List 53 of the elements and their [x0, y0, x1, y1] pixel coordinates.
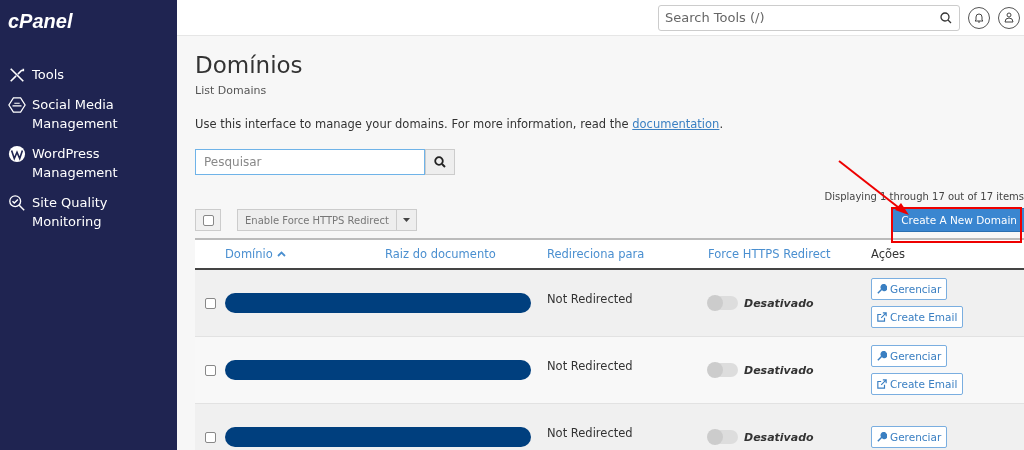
column-header[interactable]: Raiz do documento — [385, 247, 547, 261]
tools-icon — [8, 66, 26, 84]
search-icon — [940, 11, 952, 24]
redirect-cell-text: Not Redirected — [547, 359, 634, 373]
caret-icon — [402, 218, 410, 222]
sidebar-item[interactable]: Social Media Management — [8, 95, 138, 133]
hexagon-network-icon — [8, 96, 26, 114]
manage-button[interactable]: Gerenciar — [871, 278, 948, 300]
row-checkbox[interactable] — [204, 297, 216, 309]
https-toggle[interactable] — [708, 296, 738, 310]
https-status: Desativado — [744, 363, 814, 377]
bell-icon — [974, 12, 984, 23]
column-header[interactable]: Redireciona para — [547, 247, 708, 261]
description-text: Use this interface to manage your domains. For more information, read the documentation. — [195, 117, 725, 131]
checkbox[interactable] — [202, 214, 214, 226]
external-link-icon — [877, 379, 887, 389]
notifications-button[interactable] — [968, 6, 990, 29]
sidebar-item[interactable]: Tools — [8, 65, 138, 84]
wrench-icon — [877, 351, 887, 361]
magnifier-check-icon — [8, 194, 26, 212]
manage-button[interactable]: Gerenciar — [871, 345, 948, 367]
wrench-icon — [877, 284, 887, 294]
page-title: Domínios — [195, 52, 303, 78]
https-status: Desativado — [744, 430, 814, 444]
select-all-checkbox[interactable] — [195, 209, 221, 231]
https-toggle[interactable] — [708, 430, 738, 444]
bulk-action-button[interactable]: Enable Force HTTPS Redirect — [237, 209, 417, 231]
search-button[interactable] — [425, 149, 455, 175]
row-checkbox[interactable] — [204, 364, 216, 376]
sort-caret-icon — [276, 251, 286, 257]
page-subtitle: List Domains — [195, 84, 267, 97]
https-toggle[interactable] — [708, 363, 738, 377]
search-field[interactable]: Search Tools (/) — [658, 4, 960, 31]
cpanel-logo[interactable]: cPanel — [8, 10, 73, 33]
sidebar-item[interactable]: WordPress Management — [8, 144, 138, 182]
https-status: Desativado — [744, 296, 814, 310]
manage-button[interactable]: Gerenciar — [871, 426, 948, 448]
column-header[interactable]: Force HTTPS Redirect — [708, 247, 871, 261]
redirect-cell-text: Not Redirected — [547, 426, 634, 440]
create-email-button[interactable]: Create Email — [871, 306, 964, 328]
create-email-button[interactable]: Create Email — [871, 373, 964, 395]
column-header: Ações — [871, 247, 907, 261]
redirect-cell-text: Not Redirected — [547, 292, 634, 306]
user-icon — [1004, 12, 1014, 23]
wordpress-icon — [8, 145, 26, 163]
user-button[interactable] — [998, 6, 1020, 29]
wrench-icon — [877, 432, 887, 442]
search-icon — [434, 156, 446, 168]
column-header[interactable]: Domínio — [225, 247, 385, 261]
external-link-icon — [877, 312, 887, 322]
row-checkbox[interactable] — [204, 431, 216, 443]
sidebar-item[interactable]: Site Quality Monitoring — [8, 193, 138, 231]
filter-field[interactable]: Pesquisar — [195, 149, 425, 175]
